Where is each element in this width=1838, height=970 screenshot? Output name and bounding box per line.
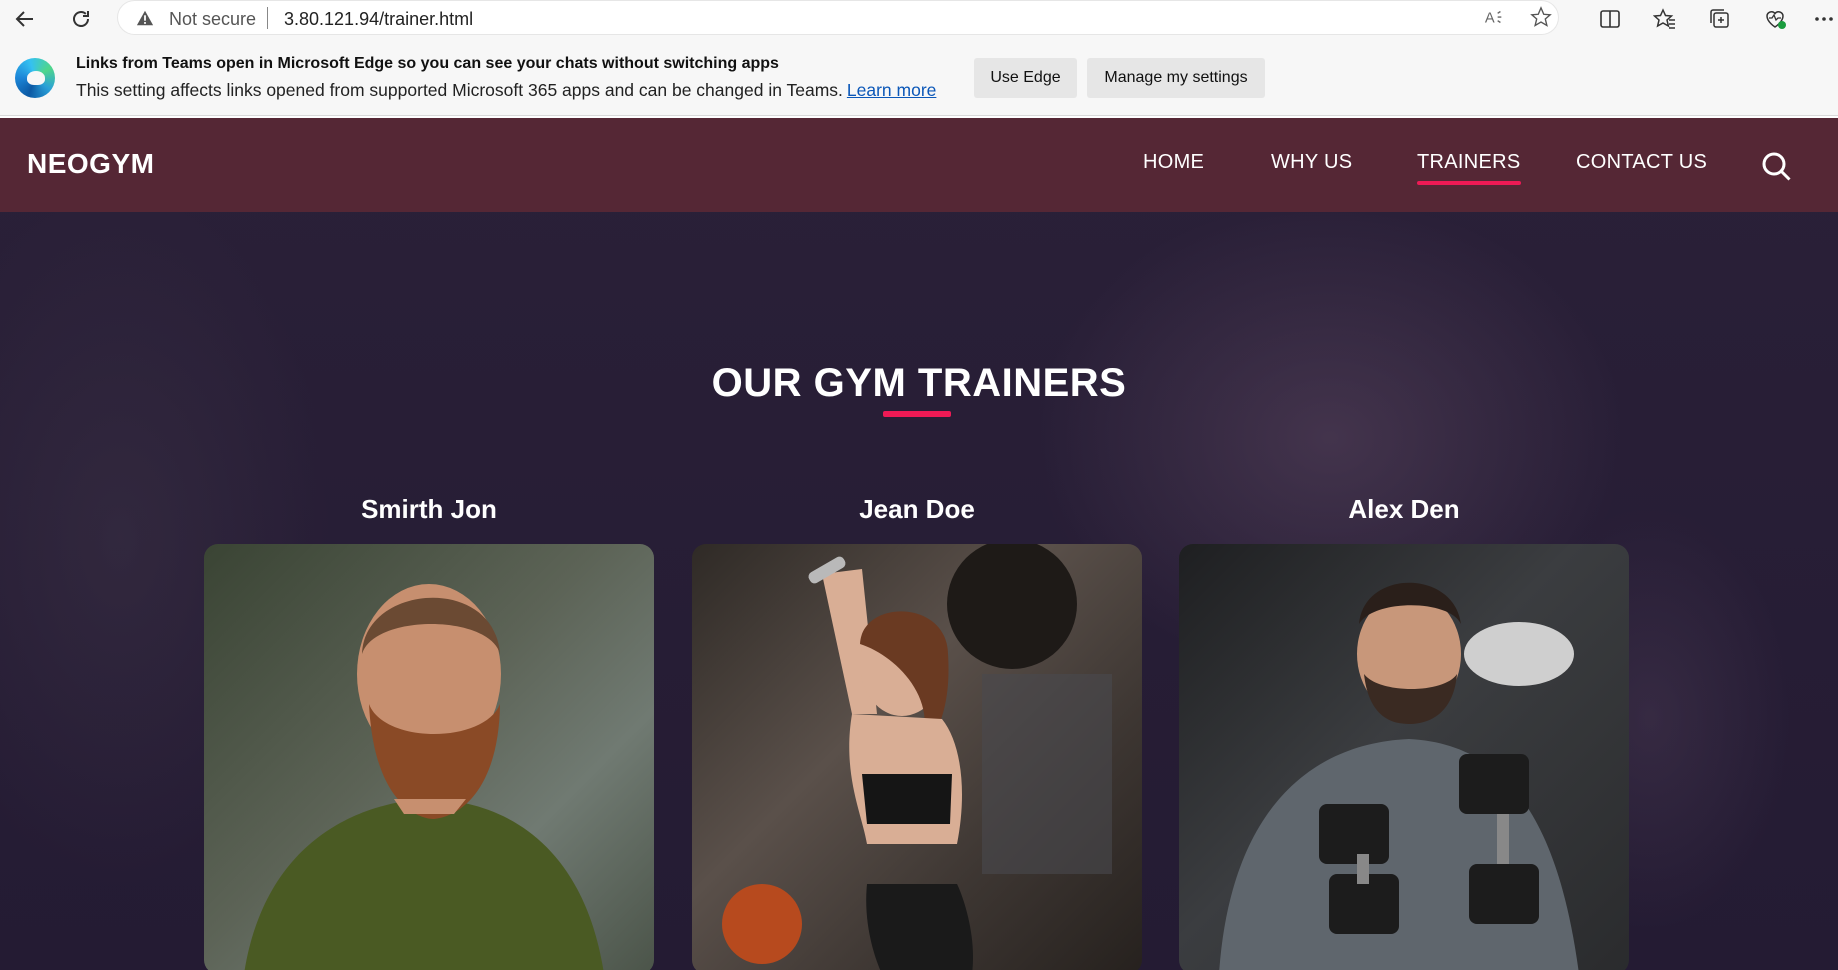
warning-icon [136, 10, 154, 26]
trainer-photo-3 [1179, 544, 1629, 970]
nav-home[interactable]: HOME [1143, 151, 1204, 174]
address-separator [267, 7, 268, 29]
trainer-figure-1 [244, 584, 604, 970]
trainer-name-3: Alex Den [1348, 494, 1460, 524]
search-icon[interactable] [1760, 150, 1792, 182]
manage-settings-button[interactable]: Manage my settings [1087, 58, 1265, 98]
trainer-photo-1 [204, 544, 654, 970]
trainer-name-1: Smirth Jon [361, 494, 497, 524]
favorites-icon[interactable] [1651, 5, 1679, 33]
infobar-title: Links from Teams open in Microsoft Edge … [76, 55, 779, 72]
url-text[interactable]: 3.80.121.94/trainer.html [284, 9, 473, 30]
section-heading: OUR GYM TRAINERS [711, 361, 1127, 405]
infobar-text: This setting affects links opened from s… [76, 80, 936, 101]
brand-logo[interactable]: NEOGYM [27, 148, 154, 180]
edge-logo-icon [15, 58, 55, 98]
site-navbar: NEOGYM HOME WHY US TRAINERS CONTACT US [0, 118, 1838, 212]
browser-essentials-icon[interactable] [1761, 5, 1789, 33]
nav-why-us[interactable]: WHY US [1271, 151, 1352, 174]
svg-text:A: A [1485, 11, 1495, 27]
website-viewport: NEOGYM HOME WHY US TRAINERS CONTACT US O… [0, 118, 1838, 970]
collections-icon[interactable] [1706, 5, 1734, 33]
teams-info-bar [0, 38, 1838, 116]
split-screen-icon[interactable] [1596, 5, 1624, 33]
trainer-photo-2 [692, 544, 1142, 970]
use-edge-button[interactable]: Use Edge [974, 58, 1077, 98]
more-menu-icon[interactable] [1810, 5, 1838, 33]
address-bar[interactable]: Not secure 3.80.121.94/trainer.html A [118, 1, 1558, 34]
refresh-icon[interactable] [67, 5, 95, 33]
heading-underline [883, 411, 951, 417]
not-secure-label: Not secure [169, 9, 257, 29]
infobar-message: This setting affects links opened from s… [76, 80, 843, 100]
back-icon[interactable] [11, 5, 39, 33]
trainer-name-2: Jean Doe [859, 494, 975, 524]
read-aloud-icon[interactable]: A [1483, 6, 1505, 28]
nav-trainers[interactable]: TRAINERS [1417, 151, 1521, 185]
trainer-figure-3 [1219, 582, 1579, 970]
favorite-star-icon[interactable] [1530, 6, 1552, 28]
browser-toolbar: Not secure 3.80.121.94/trainer.html A [0, 0, 1838, 38]
nav-contact-us[interactable]: CONTACT US [1576, 151, 1707, 174]
learn-more-link[interactable]: Learn more [847, 80, 937, 100]
trainer-figure-2 [722, 544, 1112, 970]
